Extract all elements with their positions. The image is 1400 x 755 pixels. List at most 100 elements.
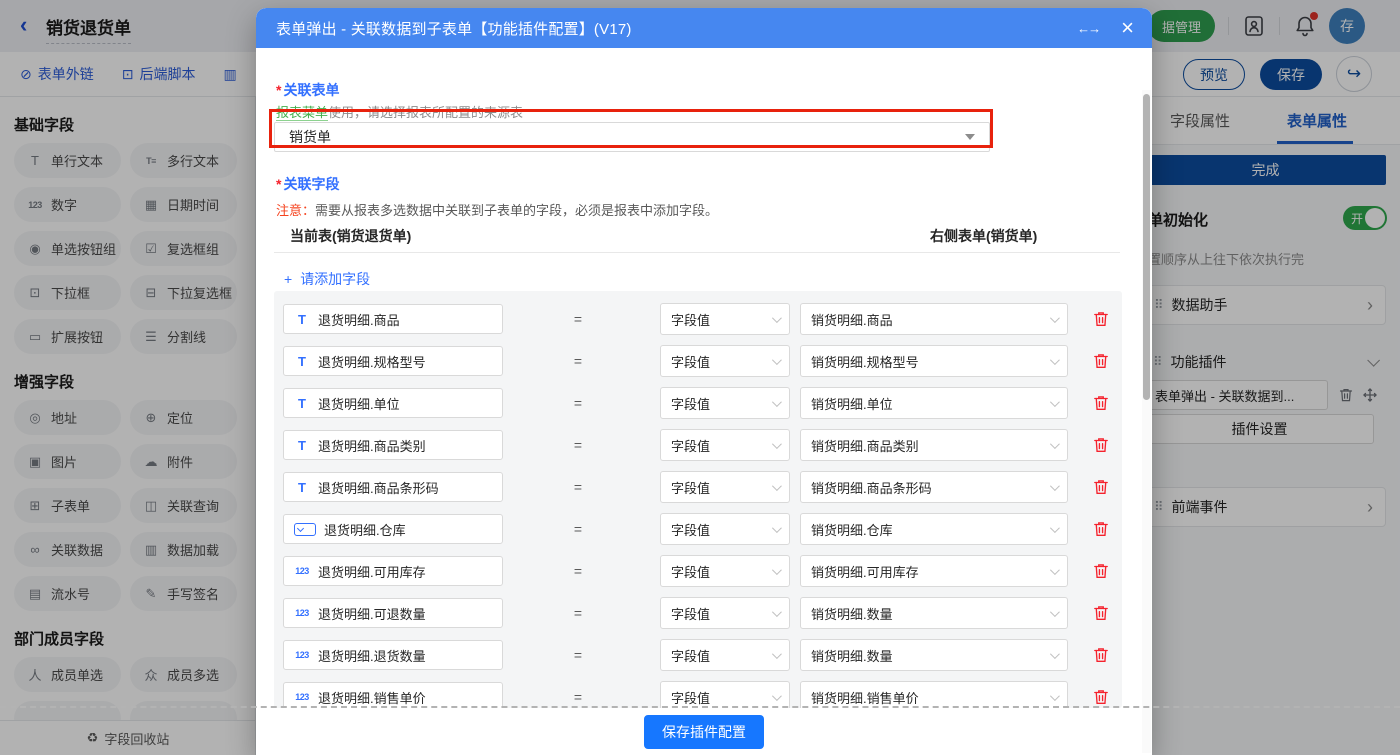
caret-down-icon bbox=[965, 134, 975, 140]
delete-row-icon[interactable] bbox=[1092, 478, 1110, 496]
number-field-icon: 123 bbox=[294, 650, 310, 660]
add-field-link[interactable]: + 请添加字段 bbox=[284, 269, 370, 289]
chevron-down-icon bbox=[772, 397, 782, 407]
value-type-select[interactable]: 字段值 bbox=[660, 429, 790, 461]
close-icon[interactable]: × bbox=[1121, 18, 1134, 38]
value-type-select[interactable]: 字段值 bbox=[660, 555, 790, 587]
chevron-down-icon bbox=[772, 523, 782, 533]
source-field-select[interactable]: 销货明细.单位 bbox=[800, 387, 1068, 419]
source-form-value: 销货单 bbox=[289, 127, 331, 147]
save-plugin-config-button[interactable]: 保存插件配置 bbox=[644, 715, 764, 749]
chevron-down-icon bbox=[772, 355, 782, 365]
delete-row-icon[interactable] bbox=[1092, 352, 1110, 370]
delete-row-icon[interactable] bbox=[1092, 688, 1110, 706]
chevron-down-icon bbox=[772, 481, 782, 491]
number-field-icon: 123 bbox=[294, 608, 310, 618]
value-type-select[interactable]: 字段值 bbox=[660, 513, 790, 545]
mapping-row: 123退货明细.可用库存=字段值销货明细.可用库存 bbox=[283, 556, 1122, 586]
value-type-select[interactable]: 字段值 bbox=[660, 681, 790, 708]
mapping-row: T退货明细.单位 = 字段值销货明细.单位 bbox=[283, 388, 1122, 418]
equals-operator: = bbox=[563, 647, 593, 663]
delete-row-icon[interactable] bbox=[1092, 604, 1110, 622]
chevron-down-icon bbox=[1050, 607, 1060, 617]
mapping-row: 123退货明细.销售单价=字段值销货明细.销售单价 bbox=[283, 682, 1122, 708]
current-table-field[interactable]: 123退货明细.销售单价 bbox=[283, 682, 503, 708]
source-field-select[interactable]: 销货明细.商品条形码 bbox=[800, 471, 1068, 503]
current-table-field[interactable]: T退货明细.单位 bbox=[283, 388, 503, 418]
related-form-label: *关联表单 bbox=[276, 80, 339, 100]
equals-operator: = bbox=[563, 353, 593, 369]
value-type-select[interactable]: 字段值 bbox=[660, 639, 790, 671]
chevron-down-icon bbox=[1050, 397, 1060, 407]
source-field-select[interactable]: 销货明细.商品 bbox=[800, 303, 1068, 335]
chevron-down-icon bbox=[1050, 481, 1060, 491]
chevron-down-icon bbox=[772, 649, 782, 659]
mapping-row: T退货明细.商品条形码 = 字段值销货明细.商品条形码 bbox=[283, 472, 1122, 502]
current-table-field[interactable]: T退货明细.商品 bbox=[283, 304, 503, 334]
modal-body: *关联表单 报表菜单使用，请选择报表所配置的来源表 销货单 *关联字段 注意：需… bbox=[256, 48, 1152, 755]
mapping-row: 123退货明细.退货数量 = 字段值销货明细.数量 bbox=[283, 640, 1122, 670]
chevron-down-icon bbox=[1050, 565, 1060, 575]
hint-green: 报表菜单 bbox=[276, 105, 328, 121]
modal-title: 表单弹出 - 关联数据到子表单【功能插件配置】(V17) bbox=[276, 18, 632, 39]
number-field-icon: 123 bbox=[294, 566, 310, 576]
source-field-select[interactable]: 销货明细.规格型号 bbox=[800, 345, 1068, 377]
value-type-select[interactable]: 字段值 bbox=[660, 303, 790, 335]
chevron-down-icon bbox=[772, 565, 782, 575]
text-field-icon: T bbox=[294, 354, 310, 369]
mapping-row: 退货明细.仓库 = 字段值销货明细.仓库 bbox=[283, 514, 1122, 544]
source-field-select[interactable]: 销货明细.仓库 bbox=[800, 513, 1068, 545]
current-table-field[interactable]: T退货明细.商品类别 bbox=[283, 430, 503, 460]
mapping-row: T退货明细.规格型号 = 字段值销货明细.规格型号 bbox=[283, 346, 1122, 376]
source-field-select[interactable]: 销货明细.数量 bbox=[800, 597, 1068, 629]
source-field-select[interactable]: 销货明细.销售单价 bbox=[800, 681, 1068, 708]
value-type-select[interactable]: 字段值 bbox=[660, 471, 790, 503]
plugin-config-modal: 表单弹出 - 关联数据到子表单【功能插件配置】(V17) ←→ × *关联表单 … bbox=[256, 8, 1152, 755]
chevron-down-icon bbox=[1050, 691, 1060, 701]
source-field-select[interactable]: 销货明细.商品类别 bbox=[800, 429, 1068, 461]
divider bbox=[274, 252, 1120, 253]
select-field-icon bbox=[294, 523, 316, 536]
current-table-field[interactable]: 123退货明细.退货数量 bbox=[283, 640, 503, 670]
chevron-down-icon bbox=[772, 313, 782, 323]
delete-row-icon[interactable] bbox=[1092, 520, 1110, 538]
current-table-field[interactable]: 123退货明细.可退数量 bbox=[283, 598, 503, 628]
app-root: ‹ 销货退货单 据管理 存 ⊘表单外链⊡后端脚本▥ 预览 保存 ↪ bbox=[0, 0, 1400, 755]
delete-row-icon[interactable] bbox=[1092, 646, 1110, 664]
current-table-field[interactable]: 退货明细.仓库 bbox=[283, 514, 503, 544]
mapping-row: 123退货明细.可退数量=字段值销货明细.数量 bbox=[283, 598, 1122, 628]
equals-operator: = bbox=[563, 521, 593, 537]
equals-operator: = bbox=[563, 479, 593, 495]
current-table-field[interactable]: T退货明细.规格型号 bbox=[283, 346, 503, 376]
current-table-field[interactable]: 123退货明细.可用库存 bbox=[283, 556, 503, 586]
source-form-select[interactable]: 销货单 bbox=[274, 122, 990, 152]
delete-row-icon[interactable] bbox=[1092, 436, 1110, 454]
text-field-icon: T bbox=[294, 438, 310, 453]
chevron-down-icon bbox=[1050, 439, 1060, 449]
value-type-select[interactable]: 字段值 bbox=[660, 387, 790, 419]
equals-operator: = bbox=[563, 437, 593, 453]
text-field-icon: T bbox=[294, 396, 310, 411]
plus-icon: + bbox=[284, 271, 292, 287]
modal-scrollbar-thumb[interactable] bbox=[1143, 94, 1150, 400]
source-field-select[interactable]: 销货明细.可用库存 bbox=[800, 555, 1068, 587]
chevron-down-icon bbox=[1050, 355, 1060, 365]
modal-footer: 保存插件配置 bbox=[256, 708, 1152, 755]
chevron-down-icon bbox=[1050, 523, 1060, 533]
related-fields-note: 注意：需要从报表多选数据中关联到子表单的字段，必须是报表中添加字段。 bbox=[276, 200, 718, 219]
value-type-select[interactable]: 字段值 bbox=[660, 345, 790, 377]
delete-row-icon[interactable] bbox=[1092, 562, 1110, 580]
value-type-select[interactable]: 字段值 bbox=[660, 597, 790, 629]
equals-operator: = bbox=[563, 395, 593, 411]
required-mark: * bbox=[276, 82, 281, 98]
note-prefix: 注意： bbox=[276, 203, 315, 218]
chevron-down-icon bbox=[1050, 649, 1060, 659]
modal-header: 表单弹出 - 关联数据到子表单【功能插件配置】(V17) ←→ × bbox=[256, 8, 1152, 48]
expand-icon[interactable]: ←→ bbox=[1077, 21, 1099, 36]
delete-row-icon[interactable] bbox=[1092, 394, 1110, 412]
current-table-field[interactable]: T退货明细.商品条形码 bbox=[283, 472, 503, 502]
source-field-select[interactable]: 销货明细.数量 bbox=[800, 639, 1068, 671]
delete-row-icon[interactable] bbox=[1092, 310, 1110, 328]
text-field-icon: T bbox=[294, 312, 310, 327]
equals-operator: = bbox=[563, 311, 593, 327]
